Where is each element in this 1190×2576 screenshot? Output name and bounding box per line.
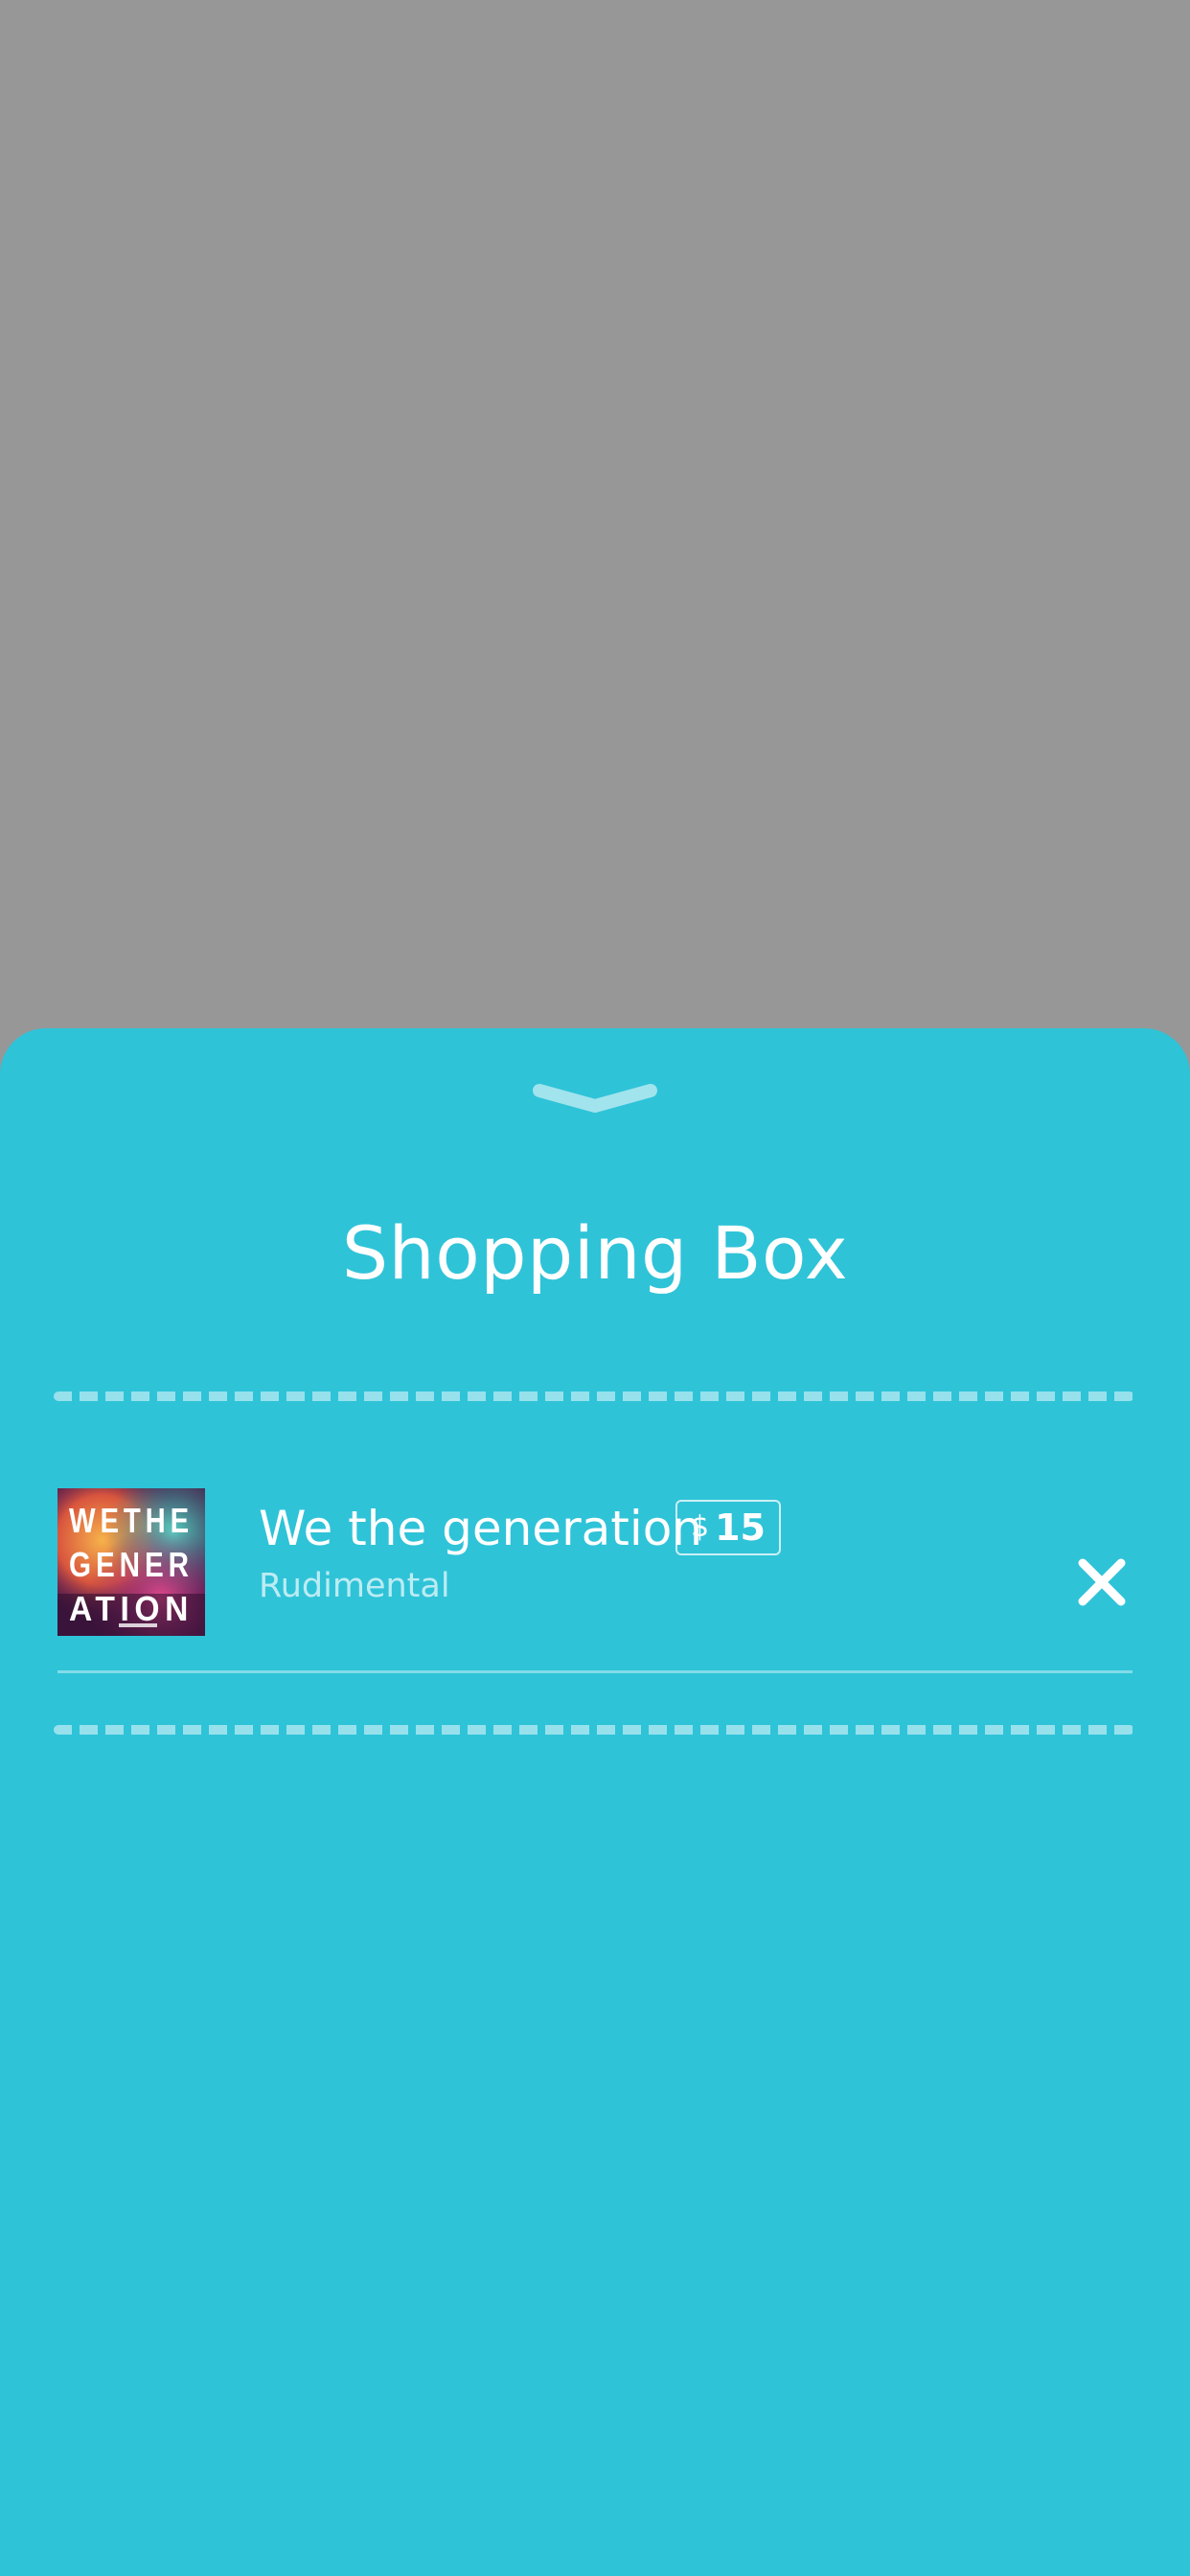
- modal-backdrop[interactable]: [0, 0, 1190, 1030]
- chevron-down-icon[interactable]: [532, 1083, 658, 1117]
- dashed-divider-bottom: [54, 1725, 1134, 1735]
- item-title: We the generation: [259, 1501, 703, 1556]
- page-title: Shopping Box: [341, 1210, 849, 1296]
- remove-item-button[interactable]: [1077, 1557, 1127, 1607]
- dashed-divider-top: [54, 1392, 1134, 1401]
- item-divider: [57, 1670, 1133, 1673]
- item-artist: Rudimental: [259, 1567, 450, 1605]
- price-currency: $: [691, 1510, 710, 1544]
- cover-text-line-1: WETHE: [69, 1501, 194, 1540]
- price-badge: $ 15: [675, 1500, 781, 1555]
- close-icon: [1078, 1558, 1126, 1606]
- album-cover-image: WETHE GENER ATION: [57, 1488, 205, 1636]
- price-value: 15: [715, 1506, 766, 1549]
- cover-text-line-3: ATION: [69, 1589, 194, 1628]
- cover-text-line-2: GENER: [69, 1545, 194, 1584]
